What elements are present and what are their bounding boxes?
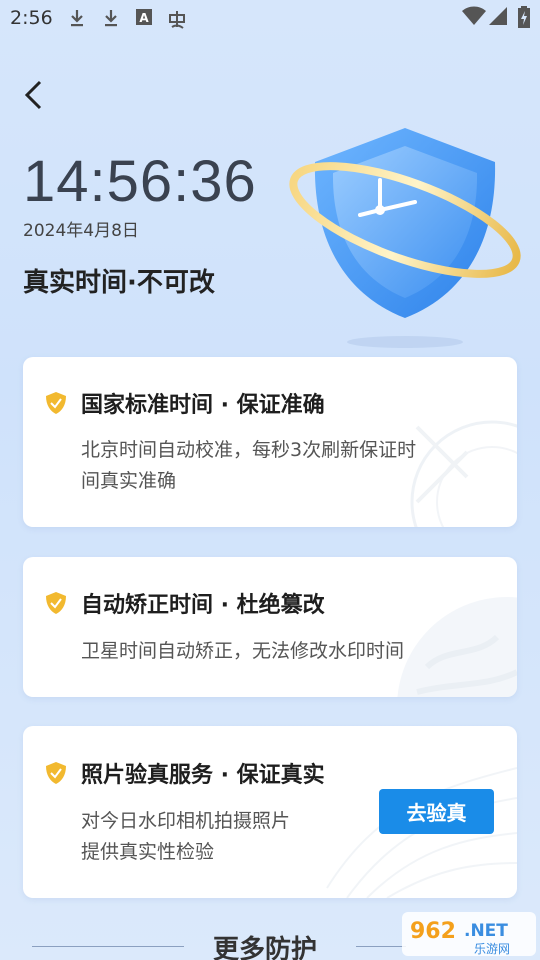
status-bar: 2:56 A xyxy=(0,0,540,38)
divider xyxy=(32,946,184,947)
verify-button[interactable]: 去验真 xyxy=(379,789,494,834)
card-description-line: 间真实准确 xyxy=(81,470,177,492)
card-description: 北京时间自动校准，每秒3次刷新保证时 间真实准确 xyxy=(81,435,416,497)
shield-clock-icon xyxy=(285,120,525,350)
divider xyxy=(356,946,406,947)
card-title: 自动矫正时间 · 杜绝篡改 xyxy=(81,593,325,618)
back-button[interactable] xyxy=(18,78,52,112)
svg-text:乐游网: 乐游网 xyxy=(474,942,510,956)
card-title: 照片验真服务 · 保证真实 xyxy=(81,763,325,788)
battery-icon xyxy=(518,6,530,32)
current-date: 2024年4月8日 xyxy=(23,221,139,241)
card-description-line: 卫星时间自动矫正，无法修改水印时间 xyxy=(81,640,405,662)
svg-text:962: 962 xyxy=(410,919,456,944)
card-description-line: 对今日水印相机拍摄照片 xyxy=(81,810,291,832)
download-icon xyxy=(68,8,86,33)
shield-check-icon xyxy=(46,592,66,614)
svg-text:.NET: .NET xyxy=(464,921,508,941)
site-watermark-logo: 962 .NET 乐游网 xyxy=(402,910,536,958)
status-time: 2:56 xyxy=(10,7,53,29)
svg-text:A: A xyxy=(139,11,149,25)
wifi-icon xyxy=(462,6,486,30)
card-description: 卫星时间自动矫正，无法修改水印时间 xyxy=(81,636,404,667)
section-title: 更多防护 xyxy=(213,935,318,960)
card-description: 对今日水印相机拍摄照片 提供真实性检验 xyxy=(81,806,290,868)
feature-card-standard-time: 国家标准时间 · 保证准确 北京时间自动校准，每秒3次刷新保证时 间真实准确 xyxy=(23,357,517,527)
current-time: 14:56:36 xyxy=(23,149,257,214)
card-title: 国家标准时间 · 保证准确 xyxy=(81,393,325,418)
signal-icon xyxy=(488,6,508,30)
shield-check-icon xyxy=(46,762,66,784)
card-description-line: 提供真实性检验 xyxy=(81,841,215,863)
tagline: 真实时间·不可改 xyxy=(23,268,215,298)
feature-card-photo-verify: 照片验真服务 · 保证真实 对今日水印相机拍摄照片 提供真实性检验 去验真 xyxy=(23,726,517,898)
download-icon xyxy=(102,8,120,33)
bug-icon xyxy=(166,8,188,35)
chevron-left-icon xyxy=(24,80,42,110)
feature-card-auto-correct: 自动矫正时间 · 杜绝篡改 卫星时间自动矫正，无法修改水印时间 xyxy=(23,557,517,697)
shield-check-icon xyxy=(46,392,66,414)
text-a-icon: A xyxy=(135,8,153,31)
card-description-line: 北京时间自动校准，每秒3次刷新保证时 xyxy=(81,439,417,461)
